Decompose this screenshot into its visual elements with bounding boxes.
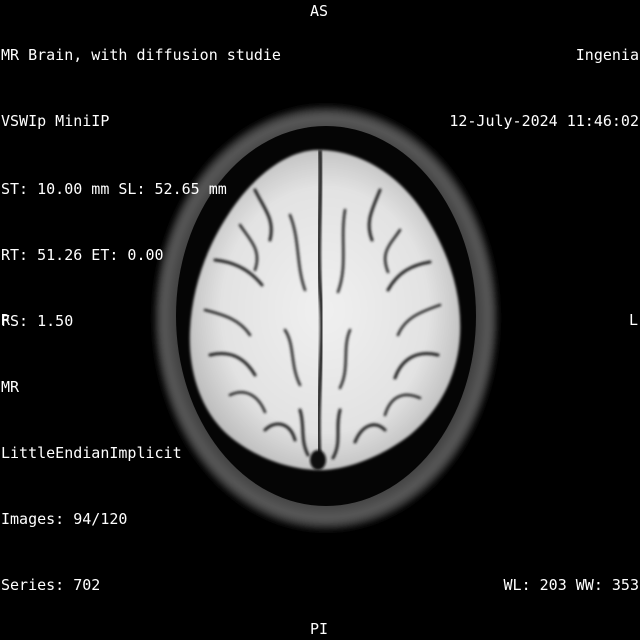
series-number: Series: 702 (1, 576, 101, 594)
acquisition-datetime: 12-July-2024 11:46:02 (449, 112, 639, 130)
institution-name: Ingenia (575, 46, 639, 64)
dicom-viewport[interactable]: MR Brain, with diffusion studie VSWIp Mi… (0, 0, 640, 640)
slice-thickness-location: ST: 10.00 mm SL: 52.65 mm (1, 180, 227, 198)
image-index: Images: 94/120 (1, 510, 128, 528)
window-level-width: WL: 203 WW: 353 (503, 576, 639, 594)
overlay-bottom-left: ST: 10.00 mm SL: 52.65 mm RT: 51.26 ET: … (1, 134, 227, 640)
overlay-bottom-right: WL: 203 WW: 353 (504, 530, 639, 640)
orientation-left: R (1, 311, 11, 329)
orientation-right: L (628, 311, 638, 329)
orientation-top: AS (310, 2, 329, 20)
modality: MR (1, 378, 20, 396)
posterior-sinus (310, 450, 326, 470)
field-strength: FS: 1.50 (1, 312, 74, 330)
study-description: MR Brain, with diffusion studie (1, 46, 281, 64)
transfer-syntax: LittleEndianImplicit (1, 444, 182, 462)
overlay-top-right: Ingenia 12-July-2024 11:46:02 (449, 0, 639, 176)
series-description: VSWIp MiniIP (1, 112, 110, 130)
rt-et-values: RT: 51.26 ET: 0.00 (1, 246, 164, 264)
orientation-bottom: PI (310, 620, 329, 638)
